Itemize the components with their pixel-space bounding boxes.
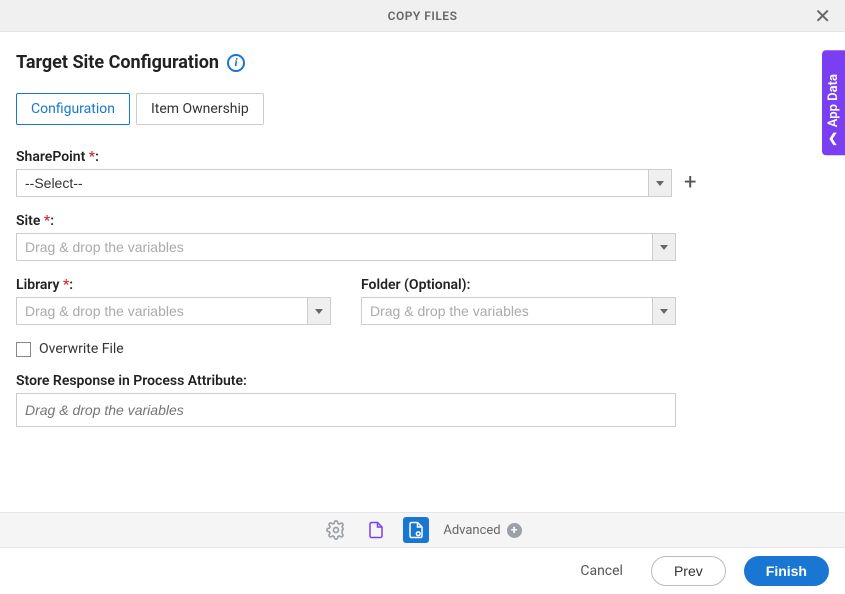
overwrite-file-checkbox[interactable]	[16, 342, 31, 357]
sharepoint-select[interactable]	[16, 169, 648, 197]
cancel-button[interactable]: Cancel	[570, 557, 633, 585]
tab-configuration[interactable]: Configuration	[16, 93, 130, 125]
section-title: Target Site Configuration	[16, 52, 219, 73]
sharepoint-label: SharePoint *:	[16, 149, 804, 165]
close-icon[interactable]: ✕	[810, 4, 835, 28]
library-label: Library *:	[16, 277, 331, 293]
prev-button[interactable]: Prev	[651, 556, 726, 586]
chevron-down-icon	[656, 181, 664, 186]
document-settings-icon[interactable]	[403, 517, 429, 543]
sharepoint-dropdown-button[interactable]	[648, 169, 672, 197]
dialog-title: COPY FILES	[388, 9, 458, 23]
site-input[interactable]	[16, 233, 652, 261]
info-icon[interactable]: i	[227, 54, 245, 72]
site-label: Site *:	[16, 213, 804, 229]
folder-label: Folder (Optional):	[361, 277, 676, 293]
advanced-toggle[interactable]: Advanced +	[443, 523, 521, 538]
overwrite-file-label: Overwrite File	[39, 341, 124, 357]
dialog-footer: Cancel Prev Finish	[0, 548, 845, 594]
store-response-label: Store Response in Process Attribute:	[16, 373, 804, 389]
bottom-toolbar: Advanced +	[0, 512, 845, 548]
folder-dropdown-button[interactable]	[652, 297, 676, 325]
document-icon[interactable]	[363, 517, 389, 543]
chevron-down-icon	[315, 309, 323, 314]
app-data-label: App Data	[826, 74, 841, 127]
settings-gear-icon[interactable]	[323, 517, 349, 543]
advanced-label: Advanced	[443, 523, 500, 538]
folder-input[interactable]	[361, 297, 652, 325]
tab-bar: Configuration Item Ownership	[16, 93, 804, 125]
chevron-left-icon: ❮	[828, 131, 838, 145]
chevron-down-icon	[660, 245, 668, 250]
finish-button[interactable]: Finish	[744, 556, 829, 586]
store-response-input[interactable]	[16, 393, 676, 427]
add-sharepoint-button[interactable]: +	[682, 172, 698, 194]
plus-circle-icon: +	[507, 523, 522, 538]
tab-item-ownership[interactable]: Item Ownership	[136, 93, 264, 125]
library-dropdown-button[interactable]	[307, 297, 331, 325]
app-data-drawer-handle[interactable]: ❮ App Data	[822, 50, 845, 155]
site-dropdown-button[interactable]	[652, 233, 676, 261]
dialog-content: Target Site Configuration i Configuratio…	[0, 32, 820, 427]
library-input[interactable]	[16, 297, 307, 325]
dialog-header: COPY FILES ✕	[0, 0, 845, 32]
chevron-down-icon	[660, 309, 668, 314]
